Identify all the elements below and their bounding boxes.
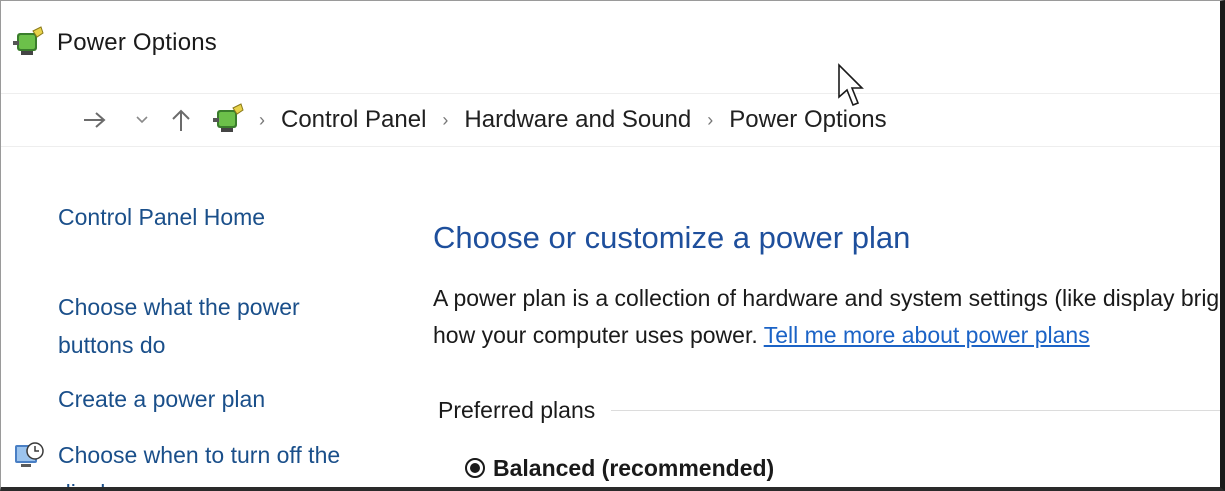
arrow-right-icon <box>84 112 106 128</box>
breadcrumb: › Control Panel › Hardware and Sound › P… <box>255 94 887 146</box>
chevron-right-icon[interactable]: › <box>442 110 448 131</box>
left-navigation-pane: Control Panel Home Choose what the power… <box>1 146 401 487</box>
preferred-plans-group: Preferred plans <box>438 390 1220 430</box>
sidebar-item-power-buttons[interactable]: Choose what the power buttons do <box>58 288 300 364</box>
main-content: Choose or customize a power plan A power… <box>433 146 1220 487</box>
chevron-down-icon <box>136 116 148 124</box>
sidebar-item-display-off[interactable]: Choose when to turn off the display <box>58 436 341 487</box>
page-description: A power plan is a collection of hardware… <box>433 280 1220 354</box>
sidebar-item-control-panel-home[interactable]: Control Panel Home <box>58 198 265 236</box>
mouse-pointer-icon <box>838 63 864 107</box>
title-bar: Power Options <box>11 23 217 63</box>
sidebar-item-create-plan[interactable]: Create a power plan <box>58 380 265 418</box>
radio-selected-dot <box>470 463 480 473</box>
divider <box>611 409 1220 411</box>
description-line: A power plan is a collection of hardware… <box>433 285 1220 311</box>
forward-button[interactable] <box>79 94 111 146</box>
learn-more-link[interactable]: Tell me more about power plans <box>764 322 1090 348</box>
radio-button[interactable] <box>465 458 485 478</box>
plan-option-balanced[interactable]: Balanced (recommended) <box>465 450 774 486</box>
sidebar-item-label: Choose what the power <box>58 294 300 320</box>
up-button[interactable] <box>165 94 197 146</box>
arrow-up-icon <box>172 109 190 131</box>
plan-label[interactable]: Balanced (recommended) <box>493 455 774 482</box>
recent-locations-button[interactable] <box>131 94 153 146</box>
page-title: Choose or customize a power plan <box>433 220 911 255</box>
preferred-plans-label: Preferred plans <box>438 396 596 423</box>
power-options-window: Power Options › Control Panel › Hardware… <box>0 0 1225 491</box>
breadcrumb-hardware-and-sound[interactable]: Hardware and Sound <box>464 106 691 134</box>
display-timer-icon <box>15 442 44 467</box>
sidebar-item-label: buttons do <box>58 332 166 358</box>
power-options-icon <box>213 103 244 132</box>
chevron-right-icon[interactable]: › <box>259 110 265 131</box>
breadcrumb-power-options[interactable]: Power Options <box>729 106 886 134</box>
sidebar-item-label: display <box>58 474 340 487</box>
chevron-right-icon[interactable]: › <box>707 110 713 131</box>
description-text: how your computer uses power. <box>433 322 764 348</box>
address-bar: › Control Panel › Hardware and Sound › P… <box>1 93 1220 147</box>
sidebar-item-label: Choose when to turn off the <box>58 442 341 468</box>
description-line: how your computer uses power. Tell me mo… <box>433 317 1220 354</box>
breadcrumb-control-panel[interactable]: Control Panel <box>281 106 426 134</box>
window-title: Power Options <box>57 29 218 56</box>
power-options-icon <box>13 26 44 55</box>
